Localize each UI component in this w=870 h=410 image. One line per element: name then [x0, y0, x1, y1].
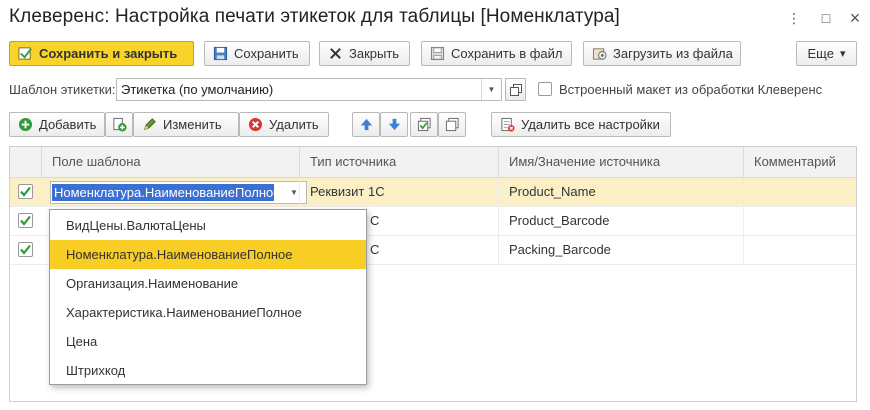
checkmark-icon — [20, 215, 31, 226]
chevron-down-icon[interactable]: ▼ — [481, 79, 501, 100]
maximize-icon[interactable]: □ — [817, 8, 835, 28]
table-row[interactable]: Номенклатура.НаименованиеПолное ▼ Реквиз… — [10, 178, 856, 207]
window-menu-icon[interactable]: ⋮ — [785, 8, 803, 28]
edit-label: Изменить — [163, 117, 222, 132]
cell-source-name[interactable]: Product_Name — [498, 178, 743, 207]
checkmark-icon — [20, 186, 31, 197]
save-close-icon — [18, 47, 32, 60]
dropdown-item[interactable]: ВидЦены.ВалютаЦены — [50, 211, 366, 240]
arrow-up-icon — [360, 118, 372, 131]
delete-all-settings-button[interactable]: Удалить все настройки — [491, 112, 671, 137]
row-checkbox[interactable] — [18, 213, 33, 228]
delete-all-settings-label: Удалить все настройки — [521, 117, 660, 132]
save-and-close-button[interactable]: Сохранить и закрыть — [9, 41, 194, 66]
window-title: Клеверенс: Настройка печати этикеток для… — [9, 6, 620, 27]
uncheck-all-button[interactable] — [438, 112, 466, 137]
header-checkbox-column — [10, 147, 41, 178]
cell-source-type[interactable]: С — [360, 236, 498, 265]
check-all-icon — [417, 117, 431, 132]
open-window-icon — [509, 83, 522, 96]
more-label: Еще — [807, 46, 834, 61]
header-source-name[interactable]: Имя/Значение источника — [498, 147, 743, 178]
copy-add-icon — [112, 117, 127, 132]
row-checkbox[interactable] — [18, 242, 33, 257]
cell-source-name[interactable]: Product_Barcode — [498, 207, 743, 236]
save-and-close-label: Сохранить и закрыть — [39, 46, 178, 61]
delete-icon — [248, 117, 263, 132]
table-header: Поле шаблона Тип источника Имя/Значение … — [10, 147, 856, 178]
uncheck-all-icon — [445, 117, 459, 132]
field-dropdown-list[interactable]: ВидЦены.ВалютаЦены Номенклатура.Наименов… — [49, 209, 367, 385]
move-up-button[interactable] — [352, 112, 380, 137]
delete-button[interactable]: Удалить — [239, 112, 329, 137]
cell-comment[interactable] — [743, 207, 856, 236]
template-label: Шаблон этикетки: — [9, 82, 116, 97]
save-label: Сохранить — [234, 46, 299, 61]
close-button[interactable]: Закрыть — [319, 41, 410, 66]
dropdown-item[interactable]: Характеристика.НаименованиеПолное — [50, 298, 366, 327]
cell-source-type[interactable]: С — [360, 207, 498, 236]
template-value: Этикетка (по умолчанию) — [121, 82, 274, 97]
cell-source-type[interactable]: Реквизит 1С — [299, 178, 498, 207]
delete-label: Удалить — [269, 117, 319, 132]
dropdown-item[interactable]: Организация.Наименование — [50, 269, 366, 298]
dropdown-item[interactable]: Цена — [50, 327, 366, 356]
add-label: Добавить — [39, 117, 97, 132]
builtin-layout-checkbox[interactable] — [538, 82, 552, 96]
load-from-file-button[interactable]: Загрузить из файла — [583, 41, 741, 66]
copy-button[interactable] — [105, 112, 133, 137]
header-source-type[interactable]: Тип источника — [299, 147, 498, 178]
template-select[interactable]: Этикетка (по умолчанию) ▼ — [116, 78, 502, 101]
add-button[interactable]: Добавить — [9, 112, 105, 137]
field-editor[interactable]: Номенклатура.НаименованиеПолное ▼ — [50, 181, 307, 204]
close-x-icon — [330, 48, 341, 59]
move-down-button[interactable] — [380, 112, 408, 137]
cell-comment[interactable] — [743, 178, 856, 207]
delete-settings-icon — [501, 117, 515, 132]
load-from-file-label: Загрузить из файла — [613, 46, 733, 61]
save-to-file-button[interactable]: Сохранить в файл — [421, 41, 572, 66]
header-field[interactable]: Поле шаблона — [41, 147, 299, 178]
builtin-layout-label: Встроенный макет из обработки Клеверенс — [559, 82, 823, 97]
checkmark-icon — [20, 244, 31, 255]
save-button[interactable]: Сохранить — [204, 41, 310, 66]
close-icon[interactable]: × — [846, 8, 864, 28]
field-editor-text[interactable]: Номенклатура.НаименованиеПолное — [52, 184, 274, 201]
cell-comment[interactable] — [743, 236, 856, 265]
add-icon — [18, 117, 33, 132]
dropdown-item-selected[interactable]: Номенклатура.НаименованиеПолное — [50, 240, 366, 269]
arrow-down-icon — [388, 118, 400, 131]
save-to-file-label: Сохранить в файл — [451, 46, 563, 61]
edit-button[interactable]: Изменить — [133, 112, 239, 137]
dropdown-item[interactable]: Штрихкод — [50, 356, 366, 385]
pencil-icon — [144, 118, 156, 130]
save-file-icon — [430, 46, 445, 61]
check-all-button[interactable] — [410, 112, 438, 137]
open-template-button[interactable] — [505, 78, 526, 101]
close-label: Закрыть — [349, 46, 400, 61]
cell-source-name[interactable]: Packing_Barcode — [498, 236, 743, 265]
floppy-disk-icon — [213, 46, 228, 61]
row-checkbox[interactable] — [18, 184, 33, 199]
chevron-down-icon: ▾ — [839, 48, 846, 60]
header-comment[interactable]: Комментарий — [743, 147, 856, 178]
load-file-icon — [592, 48, 607, 60]
more-button[interactable]: Еще ▾ — [796, 41, 857, 66]
